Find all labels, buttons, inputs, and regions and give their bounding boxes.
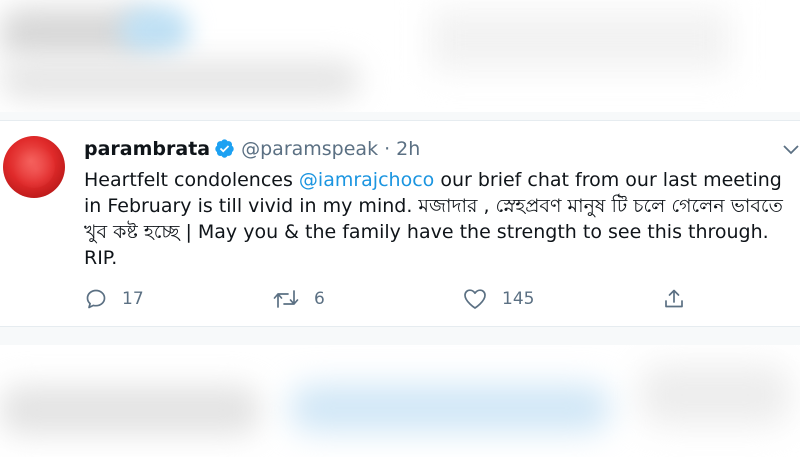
blurred-previous-tweet [0, 0, 800, 112]
retweet-button[interactable]: 6 [272, 284, 325, 314]
tweet-actions: 17 6 145 [84, 284, 800, 314]
retweet-icon [273, 290, 299, 308]
blurred-next-tweet [0, 345, 800, 457]
tweet-header: parambrata @paramspeak · 2h [84, 135, 420, 163]
like-count: 145 [502, 289, 535, 309]
like-button[interactable]: 145 [462, 284, 534, 314]
retweet-count: 6 [314, 289, 325, 309]
tweet-card[interactable]: parambrata @paramspeak · 2h Heartfelt cond… [0, 120, 800, 327]
separator-band [0, 327, 800, 345]
display-name[interactable]: parambrata [84, 138, 210, 160]
reply-count: 17 [122, 289, 144, 309]
verified-badge-icon [215, 139, 234, 158]
tweet-text-part: Heartfelt condolences [84, 169, 299, 191]
tweet-text: Heartfelt condolences @iamrajchoco our b… [84, 167, 800, 271]
reply-button[interactable]: 17 [84, 284, 144, 314]
like-icon [464, 289, 486, 309]
user-handle[interactable]: @paramspeak [241, 138, 378, 160]
separator-dot: · [384, 138, 391, 160]
timestamp[interactable]: 2h [396, 138, 420, 160]
share-button[interactable] [662, 284, 686, 314]
chevron-down-icon[interactable] [782, 143, 800, 157]
reply-icon [86, 289, 106, 309]
mention-link[interactable]: @iamrajchoco [299, 169, 434, 191]
avatar[interactable] [3, 136, 65, 198]
separator-band [0, 112, 800, 120]
share-icon [665, 289, 683, 308]
